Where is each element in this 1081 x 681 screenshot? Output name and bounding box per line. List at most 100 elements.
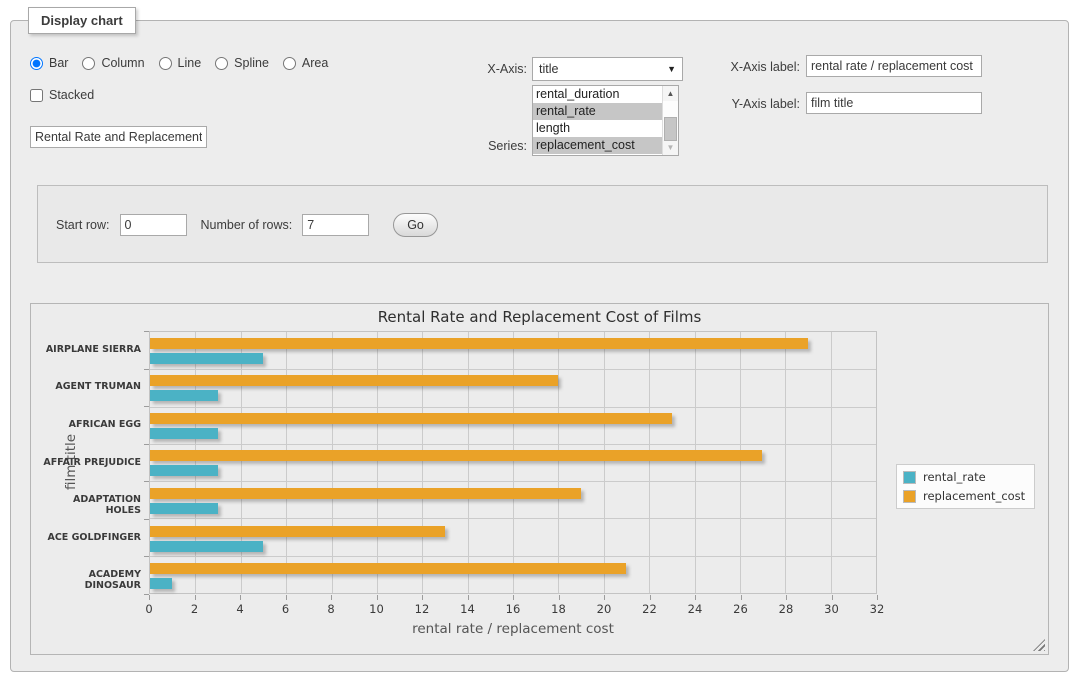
stacked-label: Stacked <box>49 88 94 102</box>
x-tick-label: 14 <box>450 602 486 616</box>
scroll-up-icon[interactable]: ▲ <box>663 86 678 101</box>
chart-type-radio-bar[interactable] <box>30 57 43 70</box>
x-tick-mark <box>559 595 560 600</box>
series-option[interactable]: rental_duration <box>533 86 662 103</box>
x-tick-mark <box>695 595 696 600</box>
y-tick-label: AGENT TRUMAN <box>37 381 141 392</box>
x-tick-label: 22 <box>632 602 668 616</box>
x-axis-label-label: X-Axis label: <box>700 60 800 74</box>
chart-type-label-area: Area <box>302 56 328 70</box>
x-axis-selected-value: title <box>539 62 558 76</box>
x-tick-label: 32 <box>859 602 895 616</box>
x-tick-mark <box>786 595 787 600</box>
x-tick-mark <box>422 595 423 600</box>
scroll-down-icon[interactable]: ▼ <box>663 140 678 155</box>
stacked-row: Stacked <box>30 88 94 102</box>
stacked-checkbox[interactable] <box>30 89 43 102</box>
series-option[interactable]: length <box>533 120 662 137</box>
x-tick-label: 2 <box>177 602 213 616</box>
bar-replacement_cost <box>150 450 762 461</box>
scrollbar-thumb[interactable] <box>664 117 677 141</box>
y-tick-label: ACADEMY DINOSAUR <box>37 569 141 591</box>
chart-type-radio-group: BarColumnLineSplineArea <box>30 56 336 70</box>
x-tick-mark <box>468 595 469 600</box>
bar-replacement_cost <box>150 488 581 499</box>
chart-type-radio-spline[interactable] <box>215 57 228 70</box>
x-tick-label: 10 <box>359 602 395 616</box>
bar-rental_rate <box>150 390 218 401</box>
x-axis-label-input[interactable] <box>806 55 982 77</box>
legend-label: replacement_cost <box>923 489 1025 503</box>
fieldset-legend: Display chart <box>28 7 136 34</box>
x-tick-label: 20 <box>586 602 622 616</box>
x-tick-mark <box>195 595 196 600</box>
chevron-down-icon: ▼ <box>667 64 676 74</box>
x-tick-mark <box>877 595 878 600</box>
bar-group <box>150 407 876 445</box>
chart-legend: rental_rate replacement_cost <box>896 464 1035 509</box>
bar-group <box>150 370 876 408</box>
bar-group <box>150 482 876 520</box>
x-tick-label: 12 <box>404 602 440 616</box>
x-tick-label: 30 <box>814 602 850 616</box>
scrollbar-track[interactable] <box>663 101 678 140</box>
legend-swatch-rental_rate <box>903 471 916 484</box>
x-tick-label: 16 <box>495 602 531 616</box>
bar-replacement_cost <box>150 413 672 424</box>
chart-type-label-bar: Bar <box>49 56 68 70</box>
y-axis-label-input[interactable] <box>806 92 982 114</box>
legend-entry: replacement_cost <box>903 489 1025 503</box>
x-tick-mark <box>240 595 241 600</box>
y-tick-mark <box>144 406 149 407</box>
start-row-input[interactable] <box>120 214 187 236</box>
chart-type-radio-line[interactable] <box>159 57 172 70</box>
num-rows-label: Number of rows: <box>201 218 293 232</box>
bar-replacement_cost <box>150 563 626 574</box>
x-tick-mark <box>604 595 605 600</box>
legend-label: rental_rate <box>923 470 986 484</box>
go-button[interactable]: Go <box>393 213 438 237</box>
y-tick-label: ACE GOLDFINGER <box>37 532 141 543</box>
bar-replacement_cost <box>150 526 445 537</box>
bar-replacement_cost <box>150 338 808 349</box>
series-option[interactable]: replacement_cost <box>533 137 662 154</box>
x-tick-label: 4 <box>222 602 258 616</box>
x-tick-mark <box>513 595 514 600</box>
x-tick-label: 8 <box>313 602 349 616</box>
row-range-panel: Start row: Number of rows: Go <box>37 185 1048 263</box>
x-tick-label: 18 <box>541 602 577 616</box>
series-select-label: Series: <box>445 139 527 153</box>
chart-type-radio-column[interactable] <box>82 57 95 70</box>
x-tick-mark <box>741 595 742 600</box>
x-tick-mark <box>286 595 287 600</box>
bar-rental_rate <box>150 503 218 514</box>
chart-type-radio-area[interactable] <box>283 57 296 70</box>
bar-rental_rate <box>150 465 218 476</box>
series-multiselect[interactable]: rental_durationrental_ratelengthreplacem… <box>532 85 679 156</box>
x-axis-select[interactable]: title ▼ <box>532 57 683 81</box>
bar-rental_rate <box>150 541 263 552</box>
bar-rental_rate <box>150 353 263 364</box>
y-tick-mark <box>144 331 149 332</box>
bar-replacement_cost <box>150 375 558 386</box>
y-tick-label: ADAPTATION HOLES <box>37 494 141 516</box>
series-options: rental_durationrental_ratelengthreplacem… <box>533 86 662 155</box>
x-tick-label: 0 <box>131 602 167 616</box>
bar-group <box>150 332 876 370</box>
chart-title: Rental Rate and Replacement Cost of Film… <box>31 308 1048 326</box>
series-scrollbar[interactable]: ▲ ▼ <box>662 86 678 155</box>
x-tick-mark <box>377 595 378 600</box>
series-option[interactable]: rental_rate <box>533 103 662 120</box>
x-tick-label: 26 <box>723 602 759 616</box>
y-tick-mark <box>144 369 149 370</box>
x-tick-label: 6 <box>268 602 304 616</box>
legend-entry: rental_rate <box>903 470 1025 484</box>
y-axis-label-label: Y-Axis label: <box>700 97 800 111</box>
num-rows-input[interactable] <box>302 214 369 236</box>
chart-type-label-spline: Spline <box>234 56 269 70</box>
chart-container: Rental Rate and Replacement Cost of Film… <box>30 303 1049 655</box>
bar-group <box>150 557 876 595</box>
chart-title-input[interactable] <box>30 126 207 148</box>
resize-handle-icon[interactable] <box>1033 639 1045 651</box>
chart-type-label-line: Line <box>178 56 202 70</box>
